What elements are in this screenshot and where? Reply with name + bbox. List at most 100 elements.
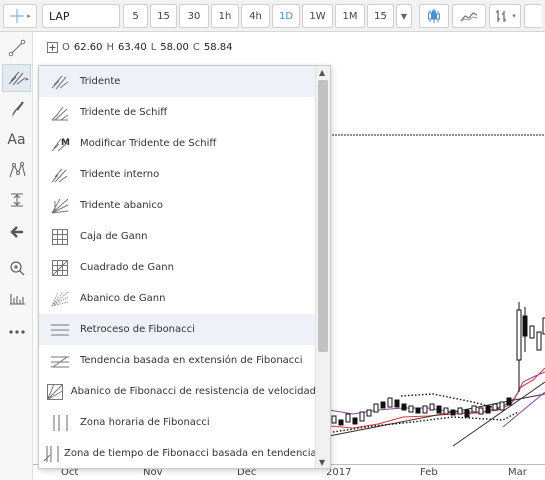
menu-item-inside-pitchfork[interactable]: Tridente interno: [39, 159, 316, 190]
overflow-button[interactable]: [524, 4, 542, 28]
candle: [516, 309, 522, 361]
scroll-up-icon[interactable]: ▲: [319, 68, 325, 77]
modified-schiff-pitchfork-icon: M: [43, 132, 77, 156]
indicators-button[interactable]: ▾: [489, 4, 521, 28]
pattern-icon: [8, 162, 26, 178]
candle: [338, 419, 344, 426]
interval-4h-button[interactable]: 4h: [241, 4, 270, 28]
scrollbar-thumb[interactable]: [318, 80, 328, 352]
pitchfan-icon: [43, 194, 77, 218]
chart-type-button[interactable]: [419, 4, 449, 28]
pitchfork-icon: [43, 70, 77, 94]
candlestick-icon: [428, 9, 440, 23]
menu-item-modified-schiff-pitchfork[interactable]: M Modificar Tridente de Schiff: [39, 128, 316, 159]
top-toolbar: ▸ LAP 5 15 30 1h 4h 1D 1W 1M 15 ▼ ▾: [0, 0, 545, 32]
candle: [345, 413, 351, 423]
candle: [506, 397, 512, 406]
menu-item-fib-speed-fan[interactable]: Abanico de Fibonacci de resistencia de v…: [39, 376, 316, 407]
interval-1d-button[interactable]: 1D: [272, 4, 300, 28]
gann-box-icon: [43, 225, 77, 249]
candle: [394, 399, 400, 408]
candle: [429, 403, 435, 411]
candle: [415, 407, 421, 414]
candle: [387, 397, 393, 408]
menu-item-gann-fan[interactable]: Abanico de Gann: [39, 283, 316, 314]
candle: [366, 409, 372, 417]
candle: [471, 405, 477, 413]
candle: [331, 415, 337, 424]
indicator-icon: [496, 10, 507, 22]
candle: [352, 417, 358, 425]
interval-1h-button[interactable]: 1h: [211, 4, 239, 28]
text-tool[interactable]: Aa: [2, 126, 31, 154]
pattern-tool[interactable]: [2, 156, 31, 184]
measure-tool[interactable]: [2, 186, 31, 214]
interval-custom-button[interactable]: 15: [367, 4, 394, 28]
dropdown-scrollbar[interactable]: ▲ ▼: [315, 66, 330, 468]
candle: [499, 401, 505, 411]
fib-timezone-icon: [43, 411, 77, 435]
back-tool[interactable]: [2, 218, 31, 246]
ruler-tool[interactable]: [2, 284, 31, 312]
candle: [478, 407, 484, 415]
interval-1m-button[interactable]: 1M: [335, 4, 365, 28]
candle: [522, 315, 528, 337]
drawing-toolbar: ▸ Aa: [0, 32, 33, 480]
fib-extension-icon: [43, 349, 77, 373]
svg-text:M: M: [61, 138, 70, 148]
candle: [436, 405, 442, 414]
menu-item-gann-square[interactable]: Cuadrado de Gann: [39, 252, 316, 283]
trend-line-tool[interactable]: [2, 34, 31, 62]
candle: [443, 407, 449, 415]
pitchfork-icon: [8, 71, 25, 86]
menu-item-trend-fib-time[interactable]: Zona de tiempo de Fibonacci basada en te…: [39, 438, 317, 468]
zoom-tool[interactable]: [2, 254, 31, 282]
schiff-pitchfork-icon: [43, 101, 77, 125]
pitchfork-tool[interactable]: ▸: [2, 64, 31, 92]
trend-line-drawing-3: [502, 391, 545, 428]
chevron-down-icon: ▼: [400, 11, 408, 21]
brush-tool[interactable]: [2, 96, 31, 124]
candle: [450, 409, 456, 416]
candle: [373, 403, 379, 413]
time-axis-label: Mar: [508, 467, 527, 478]
candle: [464, 409, 470, 418]
line-chart-icon: [460, 12, 478, 22]
candle: [536, 331, 542, 351]
pitchfork-tools-dropdown: Tridente Tridente de Schiff M Modificar …: [38, 65, 331, 469]
crosshair-menu-button[interactable]: ▸: [3, 4, 37, 28]
interval-15-button[interactable]: 15: [150, 4, 177, 28]
scroll-down-icon[interactable]: ▼: [319, 458, 325, 467]
trend-line-icon: [8, 39, 25, 57]
menu-item-schiff-pitchfork[interactable]: Tridente de Schiff: [39, 97, 316, 128]
candle: [492, 403, 498, 411]
gann-fan-icon: [43, 287, 77, 311]
menu-item-gann-box[interactable]: Caja de Gann: [39, 221, 316, 252]
menu-item-pitchfork[interactable]: Tridente: [39, 66, 316, 97]
menu-item-fib-extension[interactable]: Tendencia basada en extensión de Fibonac…: [39, 345, 316, 376]
trend-fib-time-icon: [43, 442, 61, 466]
candle: [408, 405, 414, 413]
more-tools-button[interactable]: [2, 318, 31, 346]
candle: [359, 411, 365, 422]
interval-1w-button[interactable]: 1W: [302, 4, 333, 28]
candle: [529, 325, 535, 339]
menu-item-fib-retracement[interactable]: Retroceso de Fibonacci: [39, 314, 316, 345]
menu-item-pitchfan[interactable]: Tridente abanico: [39, 190, 316, 221]
time-axis-label: Feb: [420, 467, 438, 478]
symbol-input[interactable]: LAP: [42, 4, 120, 28]
menu-item-fib-timezone[interactable]: Zona horaria de Fibonacci: [39, 407, 316, 438]
fib-speed-fan-icon: [43, 380, 68, 404]
crosshair-icon: [10, 9, 25, 23]
back-arrow-icon: [9, 226, 23, 238]
candle: [401, 403, 407, 411]
fib-retracement-icon: [43, 318, 77, 342]
candle: [485, 405, 491, 414]
gann-square-icon: [43, 256, 77, 280]
interval-dropdown-button[interactable]: ▼: [396, 4, 412, 28]
brush-icon: [11, 101, 24, 117]
ruler-icon: [9, 294, 25, 305]
interval-5-button[interactable]: 5: [123, 4, 148, 28]
compare-button[interactable]: [452, 4, 486, 28]
interval-30-button[interactable]: 30: [179, 4, 209, 28]
